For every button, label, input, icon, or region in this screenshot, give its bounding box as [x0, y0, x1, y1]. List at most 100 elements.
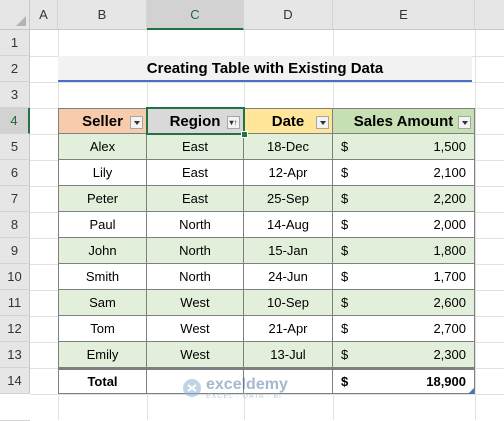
cell-value: East — [181, 139, 208, 154]
table-total-cell[interactable]: $18,900 — [333, 368, 475, 394]
gridline — [30, 394, 504, 395]
column-header-d[interactable]: D — [244, 0, 333, 30]
row-header-1[interactable]: 1 — [0, 30, 30, 56]
cell-value: 14-Aug — [267, 217, 309, 232]
table-header-seller[interactable]: Seller — [58, 108, 147, 134]
currency-symbol: $ — [341, 269, 349, 284]
table-cell-seller[interactable]: John — [58, 238, 147, 264]
cell-value: 13-Jul — [270, 347, 306, 362]
amount-value: 2,000 — [433, 217, 466, 232]
row-header-2[interactable]: 2 — [0, 56, 30, 82]
table-cell-sales-amount[interactable]: $1,800 — [333, 238, 475, 264]
cell-value: West — [180, 321, 210, 336]
table-resize-handle[interactable] — [468, 388, 474, 394]
row-header-4[interactable]: 4 — [0, 108, 30, 134]
row-header-11[interactable]: 11 — [0, 290, 30, 316]
row-header-6[interactable]: 6 — [0, 160, 30, 186]
table-header-date[interactable]: Date — [244, 108, 333, 134]
cell-value: Tom — [90, 321, 115, 336]
gridline — [30, 82, 504, 83]
table-cell-sales-amount[interactable]: $2,700 — [333, 316, 475, 342]
row-header-14[interactable]: 14 — [0, 368, 30, 394]
cell-value: West — [180, 295, 210, 310]
table-cell-sales-amount[interactable]: $2,100 — [333, 160, 475, 186]
table-cell-date[interactable]: 12-Apr — [244, 160, 333, 186]
table-cell-region[interactable]: East — [147, 186, 244, 212]
table-cell-sales-amount[interactable]: $2,000 — [333, 212, 475, 238]
cell-value: East — [181, 165, 208, 180]
column-header-b[interactable]: B — [58, 0, 147, 30]
table-cell-seller[interactable]: Tom — [58, 316, 147, 342]
table-header-sales-amount[interactable]: Sales Amount — [333, 108, 475, 134]
table-cell-date[interactable]: 14-Aug — [244, 212, 333, 238]
table-cell-seller[interactable]: Sam — [58, 290, 147, 316]
cell-value: 18-Dec — [267, 139, 309, 154]
table-cell-region[interactable]: North — [147, 264, 244, 290]
table-cell-date[interactable]: 21-Apr — [244, 316, 333, 342]
cell-value: Sam — [89, 295, 116, 310]
table-cell-seller[interactable]: Alex — [58, 134, 147, 160]
cell-value: 10-Sep — [267, 295, 309, 310]
cell-value: East — [181, 191, 208, 206]
amount-value: 1,800 — [433, 243, 466, 258]
cell-value: West — [180, 347, 210, 362]
cell-value: Smith — [85, 269, 120, 284]
row-header-3[interactable]: 3 — [0, 82, 30, 108]
table-cell-sales-amount[interactable]: $2,200 — [333, 186, 475, 212]
table-cell-region[interactable]: West — [147, 290, 244, 316]
cell-value: Lily — [92, 165, 113, 180]
filter-dropdown-icon[interactable] — [130, 116, 143, 129]
row-header-9[interactable]: 9 — [0, 238, 30, 264]
table-cell-sales-amount[interactable]: $1,500 — [333, 134, 475, 160]
chevron-down-icon — [461, 120, 468, 125]
row-header-10[interactable]: 10 — [0, 264, 30, 290]
filter-dropdown-icon[interactable] — [458, 116, 471, 129]
table-cell-seller[interactable]: Smith — [58, 264, 147, 290]
table-total-cell[interactable]: Total — [58, 368, 147, 394]
column-header-c[interactable]: C — [147, 0, 244, 30]
column-header-f[interactable] — [475, 0, 504, 30]
table-cell-seller[interactable]: Lily — [58, 160, 147, 186]
cell-value: John — [88, 243, 117, 258]
table-cell-date[interactable]: 10-Sep — [244, 290, 333, 316]
cell-value: North — [179, 217, 211, 232]
table-cell-sales-amount[interactable]: $2,300 — [333, 342, 475, 368]
table-cell-region[interactable]: East — [147, 160, 244, 186]
table-cell-date[interactable]: 13-Jul — [244, 342, 333, 368]
row-header-7[interactable]: 7 — [0, 186, 30, 212]
filter-dropdown-icon[interactable] — [316, 116, 329, 129]
table-header-label: Seller — [82, 112, 123, 130]
currency-symbol: $ — [341, 295, 349, 310]
currency-symbol: $ — [341, 165, 349, 180]
table-cell-date[interactable]: 24-Jun — [244, 264, 333, 290]
table-total-cell[interactable] — [147, 368, 244, 394]
row-header-13[interactable]: 13 — [0, 342, 30, 368]
select-all-corner[interactable] — [0, 0, 30, 30]
table-total-cell[interactable] — [244, 368, 333, 394]
table-cell-seller[interactable]: Peter — [58, 186, 147, 212]
row-header-5[interactable]: 5 — [0, 134, 30, 160]
table-cell-sales-amount[interactable]: $1,700 — [333, 264, 475, 290]
table-cell-date[interactable]: 18-Dec — [244, 134, 333, 160]
table-header-label: Sales Amount — [353, 112, 454, 130]
table-cell-region[interactable]: North — [147, 212, 244, 238]
row-header-8[interactable]: 8 — [0, 212, 30, 238]
fill-handle[interactable] — [241, 131, 248, 138]
table-cell-sales-amount[interactable]: $2,600 — [333, 290, 475, 316]
column-header-e[interactable]: E — [333, 0, 475, 30]
table-cell-seller[interactable]: Paul — [58, 212, 147, 238]
row-header-12[interactable]: 12 — [0, 316, 30, 342]
table-cell-date[interactable]: 25-Sep — [244, 186, 333, 212]
cell-value: Paul — [89, 217, 116, 232]
table-cell-region[interactable]: East — [147, 134, 244, 160]
table-cell-date[interactable]: 15-Jan — [244, 238, 333, 264]
table-cell-region[interactable]: North — [147, 238, 244, 264]
chevron-down-icon — [133, 120, 140, 125]
total-label: Total — [87, 374, 118, 389]
column-header-a[interactable]: A — [30, 0, 58, 30]
table-cell-seller[interactable]: Emily — [58, 342, 147, 368]
table-cell-region[interactable]: West — [147, 316, 244, 342]
table-cell-region[interactable]: West — [147, 342, 244, 368]
table-header-label: Date — [271, 112, 305, 130]
amount-value: 1,700 — [433, 269, 466, 284]
